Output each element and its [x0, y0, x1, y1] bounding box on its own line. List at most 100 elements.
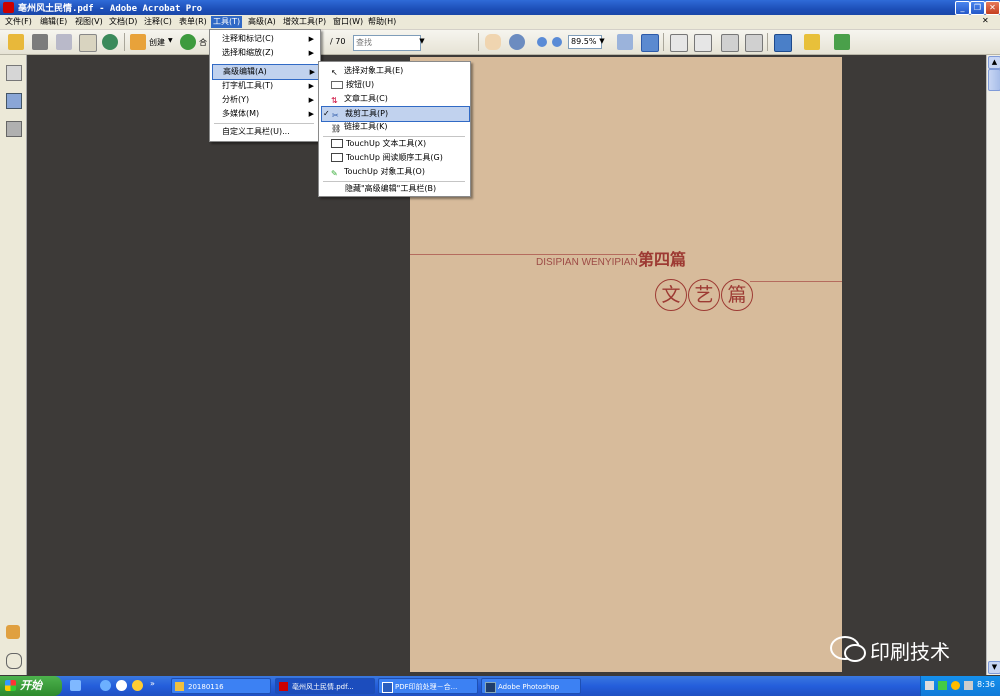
zoom-dropdown-icon[interactable]: ▼ [598, 35, 606, 47]
find-dropdown-icon[interactable]: ▼ [418, 35, 426, 47]
close-button[interactable]: ✕ [985, 1, 1000, 15]
export-icon[interactable] [834, 34, 850, 50]
comments-panel-icon[interactable] [6, 625, 20, 639]
task-folder-20180116[interactable]: 20180116 [171, 678, 271, 694]
zoom-out-icon[interactable] [537, 37, 547, 47]
button-tool-item[interactable]: 按钮(U) [321, 78, 468, 92]
menu-document[interactable]: 文档(D) [107, 16, 139, 28]
task-photoshop[interactable]: Adobe Photoshop [481, 678, 581, 694]
tools-menu-item-select-zoom[interactable]: 选择和缩放(Z) ▶ [212, 46, 318, 60]
touchup-text-tool-item[interactable]: TouchUp 文本工具(X) [321, 137, 468, 151]
combine-icon[interactable] [180, 34, 196, 50]
quicklaunch-browser-icon[interactable] [116, 680, 127, 691]
menu-edit[interactable]: 编辑(E) [38, 16, 69, 28]
quicklaunch-more-icon[interactable]: » [150, 679, 155, 688]
task-acrobat[interactable]: 亳州风土民情.pdf... [275, 678, 375, 694]
pages-panel-icon[interactable] [6, 65, 22, 81]
link-tool-item[interactable]: ⛓ 链接工具(K) [321, 120, 468, 134]
acrobat-app-icon [3, 2, 14, 13]
quicklaunch-ie-icon[interactable] [100, 680, 111, 691]
tray-icon[interactable] [938, 681, 947, 690]
tray-icon[interactable] [964, 681, 973, 690]
restore-button[interactable]: ❐ [970, 1, 985, 15]
tools-menu-item-analysis[interactable]: 分析(Y) ▶ [212, 93, 318, 107]
tools-menu-item-typewriter[interactable]: 打字机工具(T) ▶ [212, 79, 318, 93]
chapter-name-char: 艺 [688, 279, 720, 311]
menu-window[interactable]: 窗口(W) [331, 16, 365, 28]
select-object-tool-item[interactable]: ↖ 选择对象工具(E) [321, 64, 468, 78]
menu-item-label: 裁剪工具(P) [345, 109, 389, 118]
chapter-name-char: 篇 [721, 279, 753, 311]
menu-file[interactable]: 文件(F) [3, 16, 34, 28]
menu-plugins[interactable]: 增效工具(P) [281, 16, 328, 28]
chapter-subtitle: DISIPIAN WENYIPIAN [536, 257, 638, 268]
rotate-left-icon[interactable] [721, 34, 739, 52]
create-button-label[interactable]: 创建 [149, 37, 165, 48]
system-tray: 8:36 [920, 676, 1000, 696]
toolbar-separator [663, 33, 664, 51]
scroll-thumb[interactable] [988, 69, 1000, 91]
touchup-reading-order-tool-item[interactable]: TouchUp 阅读顺序工具(G) [321, 151, 468, 165]
article-tool-item[interactable]: ⇅ 文章工具(C) [321, 92, 468, 106]
collaborate-icon[interactable] [102, 34, 118, 50]
print-icon[interactable] [32, 34, 48, 50]
tray-icon[interactable] [951, 681, 960, 690]
zoom-tool-icon[interactable] [509, 34, 525, 50]
create-pdf-icon[interactable] [130, 34, 146, 50]
menu-item-label: 多媒体(M) [222, 109, 260, 118]
submenu-arrow-icon: ▶ [308, 96, 314, 104]
save-icon[interactable] [56, 34, 72, 50]
scroll-up-icon[interactable]: ▲ [988, 56, 1000, 69]
menu-help[interactable]: 帮助(H) [366, 16, 398, 28]
highlighter-icon[interactable] [804, 34, 820, 50]
single-page-icon[interactable] [670, 34, 688, 52]
hand-tool-icon[interactable] [485, 34, 501, 50]
toolbar-separator [124, 33, 125, 51]
task-label: Adobe Photoshop [498, 683, 560, 691]
fit-page-icon[interactable] [641, 34, 659, 52]
fit-width-icon[interactable] [617, 34, 633, 50]
tools-menu-item-comment-markup[interactable]: 注释和标记(C) ▶ [212, 32, 318, 46]
menu-item-label: 高级编辑(A) [223, 67, 267, 76]
toolbar-separator [478, 33, 479, 51]
rotate-right-icon[interactable] [745, 34, 763, 52]
quicklaunch-network-icon[interactable] [70, 680, 81, 691]
menu-forms[interactable]: 表单(R) [177, 16, 209, 28]
document-page: DISIPIAN WENYIPIAN 第四篇 文 艺 篇 [410, 57, 842, 672]
tools-menu-item-multimedia[interactable]: 多媒体(M) ▶ [212, 107, 318, 121]
find-input[interactable] [353, 35, 421, 51]
menubar-close-icon[interactable]: ✕ [982, 16, 989, 25]
minimize-button[interactable]: _ [955, 1, 970, 15]
tools-menu-item-customize-toolbars[interactable]: 自定义工具栏(U)... [212, 125, 318, 139]
scroll-down-icon[interactable]: ▼ [988, 661, 1000, 674]
submenu-arrow-icon: ▶ [308, 49, 314, 57]
clock[interactable]: 8:36 [977, 680, 995, 689]
menu-view[interactable]: 视图(V) [73, 16, 105, 28]
signatures-panel-icon[interactable] [6, 121, 22, 137]
hide-advanced-editing-toolbar-item[interactable]: 隐藏"高级编辑"工具栏(B) [321, 182, 458, 196]
combine-button-label[interactable]: 合 [199, 37, 207, 48]
menu-advanced[interactable]: 高级(A) [246, 16, 278, 28]
attachments-panel-icon[interactable] [6, 653, 22, 669]
bookmarks-panel-icon[interactable] [6, 93, 22, 109]
vertical-scrollbar[interactable]: ▲ ▼ [986, 55, 1000, 675]
create-dropdown-icon[interactable]: ▼ [168, 37, 173, 44]
tools-menu-item-advanced-editing[interactable]: 高级编辑(A) ▶ [212, 64, 320, 80]
wechat-bubble-icon [844, 644, 866, 662]
start-button[interactable]: 开始 [0, 676, 62, 696]
task-word[interactable]: PDF印前处理－合... [378, 678, 478, 694]
chapter-title: 第四篇 [638, 250, 687, 269]
zoom-in-icon[interactable] [552, 37, 562, 47]
decorative-rule-left [410, 254, 636, 255]
touchup-object-tool-item[interactable]: ✎ TouchUp 对象工具(O) [321, 165, 468, 179]
menu-comments[interactable]: 注释(C) [142, 16, 174, 28]
tray-icon[interactable] [925, 681, 934, 690]
crop-tool-icon[interactable] [774, 34, 792, 52]
zoom-level[interactable]: 89.5% [568, 35, 602, 49]
word-icon [382, 682, 393, 693]
menu-tools[interactable]: 工具(T) [211, 16, 243, 28]
open-folder-icon[interactable] [8, 34, 24, 50]
quicklaunch-media-icon[interactable] [132, 680, 143, 691]
two-page-icon[interactable] [694, 34, 712, 52]
email-icon[interactable] [79, 34, 97, 52]
